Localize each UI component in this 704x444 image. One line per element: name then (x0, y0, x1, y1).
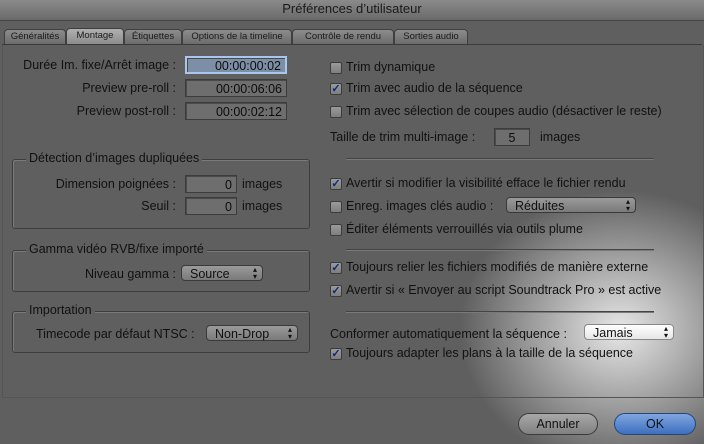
multi-trim-field[interactable]: 5 (494, 128, 530, 146)
ntsc-timecode-label: Timecode par défaut NTSC : (36, 327, 195, 341)
handle-size-field[interactable]: 0 (185, 175, 237, 193)
tab-audio-outputs[interactable]: Sorties audio (394, 29, 468, 44)
ok-button[interactable]: OK (614, 413, 696, 435)
multi-trim-unit: images (540, 130, 581, 144)
gamma-level-select[interactable]: Source ▴ ▾ (181, 265, 263, 281)
separator (346, 158, 654, 159)
preview-preroll-label: Preview pre-roll : (82, 81, 176, 95)
edit-locked-checkbox[interactable] (330, 224, 342, 236)
ntsc-timecode-select[interactable]: Non-Drop ▴ ▾ (206, 325, 298, 341)
relink-checkbox[interactable]: ✓ (330, 262, 342, 274)
audio-keyframes-checkbox[interactable] (330, 201, 342, 213)
separator (346, 311, 654, 312)
select-arrows-icon: ▴ ▾ (287, 325, 292, 341)
duplicate-detection-group (12, 159, 310, 229)
import-group-title: Importation (26, 303, 95, 317)
preferences-window: Préférences d’utilisateur Généralités Mo… (0, 0, 704, 444)
warn-visibility-label: Avertir si modifier la visibilité efface… (346, 176, 626, 190)
tab-montage[interactable]: Montage (66, 28, 124, 45)
threshold-unit: images (242, 199, 283, 213)
audio-keyframes-label: Enreg. images clés audio : (346, 199, 494, 213)
handle-size-label: Dimension poignées : (55, 177, 176, 191)
warn-visibility-checkbox[interactable]: ✓ (330, 178, 342, 190)
select-arrows-icon: ▴ ▾ (663, 324, 668, 340)
tab-render-control[interactable]: Contrôle de rendu (292, 29, 394, 44)
handle-size-unit: images (242, 177, 283, 191)
select-arrows-icon: ▴ ▾ (252, 265, 257, 281)
dynamic-trim-label: Trim dynamique (346, 60, 436, 74)
audio-keyframes-value: Réduites (515, 199, 565, 213)
gamma-group-title: Gamma vidéo RVB/fixe importé (26, 242, 207, 256)
preview-postroll-label: Preview post-roll : (76, 104, 176, 118)
edit-locked-label: Éditer éléments verrouillés via outils p… (346, 222, 583, 236)
auto-conform-select[interactable]: Jamais ▴ ▾ (584, 324, 674, 340)
warn-soundtrack-checkbox[interactable]: ✓ (330, 285, 342, 297)
select-arrows-icon: ▴ ▾ (625, 197, 630, 213)
preview-preroll-field[interactable]: 00:00:06:06 (185, 79, 287, 97)
cancel-button[interactable]: Annuler (518, 413, 598, 435)
duplicate-detection-title: Détection d’images dupliquées (26, 151, 203, 165)
tab-timeline-options[interactable]: Options de la timeline (182, 29, 292, 44)
preview-postroll-field[interactable]: 00:00:02:12 (185, 102, 287, 120)
audio-keyframes-select[interactable]: Réduites ▴ ▾ (506, 197, 636, 213)
trim-selection-label: Trim avec sélection de coupes audio (dés… (346, 104, 662, 118)
tab-etiquettes[interactable]: Étiquettes (124, 29, 182, 44)
window-title: Préférences d’utilisateur (0, 0, 704, 21)
gamma-level-label: Niveau gamma : (84, 267, 176, 281)
trim-audio-label: Trim avec audio de la séquence (346, 81, 523, 95)
trim-audio-checkbox[interactable]: ✓ (330, 83, 342, 95)
separator (346, 249, 654, 250)
tab-generalites[interactable]: Généralités (4, 29, 66, 44)
fit-clips-checkbox[interactable]: ✓ (330, 348, 342, 360)
warn-soundtrack-label: Avertir si « Envoyer au script Soundtrac… (346, 283, 662, 297)
auto-conform-value: Jamais (593, 326, 633, 340)
multi-trim-label: Taille de trim multi-image : (330, 130, 476, 144)
gamma-level-value: Source (190, 267, 230, 281)
still-duration-label: Durée Im. fixe/Arrêt image : (23, 58, 176, 72)
ntsc-timecode-value: Non-Drop (215, 327, 270, 341)
relink-label: Toujours relier les fichiers modifiés de… (346, 260, 649, 274)
dynamic-trim-checkbox[interactable] (330, 62, 342, 74)
fit-clips-label: Toujours adapter les plans à la taille d… (346, 346, 633, 360)
still-duration-field[interactable]: 00:00:00:02 (185, 56, 287, 74)
trim-selection-checkbox[interactable] (330, 106, 342, 118)
threshold-field[interactable]: 0 (185, 197, 237, 215)
threshold-label: Seuil : (141, 199, 176, 213)
auto-conform-label: Conformer automatiquement la séquence : (330, 327, 567, 341)
